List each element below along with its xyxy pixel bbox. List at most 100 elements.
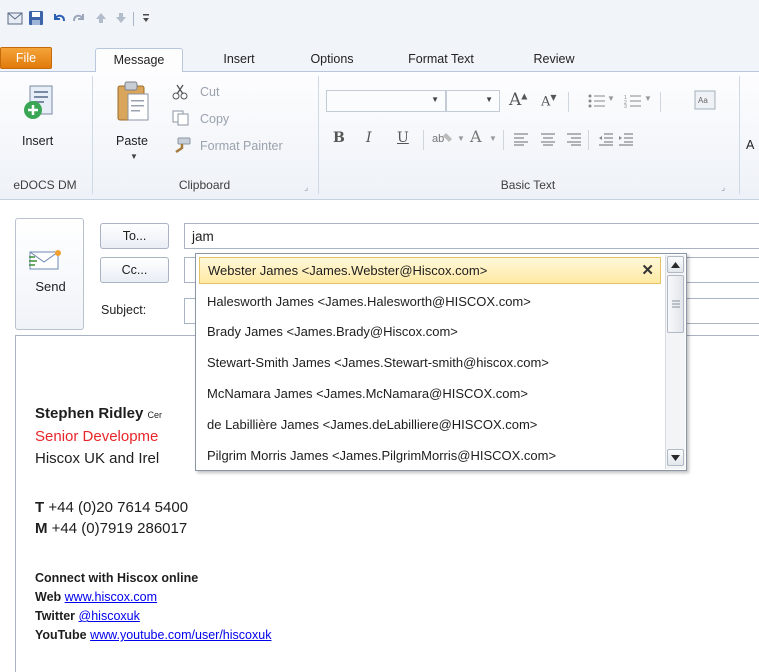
basic-text-group-label: Basic Text [500, 178, 556, 192]
tab-options[interactable]: Options [300, 48, 364, 72]
styles-icon[interactable]: Aa [694, 90, 718, 115]
autocomplete-item-selected[interactable]: Webster James <James.Webster@Hiscox.com>… [199, 257, 661, 284]
youtube-link[interactable]: www.youtube.com/user/hiscoxuk [90, 628, 271, 642]
autocomplete-item[interactable]: de Labillière James <James.deLabilliere@… [199, 411, 661, 438]
align-right-icon[interactable] [566, 132, 582, 149]
ribbon-overflow-label[interactable]: A [746, 138, 754, 152]
chevron-down-icon[interactable]: ▼ [485, 95, 493, 104]
save-icon[interactable] [27, 9, 45, 27]
edocs-group-label: eDOCS DM [13, 178, 77, 192]
web-line: Web www.hiscox.com [35, 590, 158, 604]
font-color-button[interactable]: A [470, 127, 482, 146]
format-painter-icon[interactable] [172, 136, 192, 157]
bold-button[interactable]: B [333, 130, 345, 146]
subject-label: Subject: [101, 303, 147, 317]
redo-icon[interactable] [70, 9, 88, 27]
autocomplete-dropdown: Webster James <James.Webster@Hiscox.com>… [195, 253, 687, 471]
decrease-indent-icon[interactable] [598, 132, 614, 149]
down-arrow-icon[interactable] [112, 9, 130, 27]
chevron-down-icon[interactable]: ▼ [607, 94, 615, 103]
autocomplete-item[interactable]: Halesworth James <James.Halesworth@HISCO… [199, 288, 661, 315]
highlight-icon[interactable]: ab [432, 130, 454, 151]
quick-access-toolbar [0, 0, 759, 44]
signature-phone-m: M +44 (0)7919 286017 [35, 520, 188, 537]
tab-file[interactable]: File [0, 47, 52, 69]
basic-text-launcher-icon[interactable]: ⌟ [721, 182, 725, 193]
signature-name: Stephen Ridley Cer [35, 405, 163, 422]
increase-indent-icon[interactable] [618, 132, 634, 149]
scroll-thumb[interactable] [667, 275, 684, 333]
tab-message[interactable]: Message [95, 48, 183, 73]
tab-format-text[interactable]: Format Text [398, 48, 484, 72]
italic-button[interactable]: I [366, 130, 372, 146]
cc-button[interactable]: Cc... [100, 257, 169, 283]
to-field-value[interactable]: jam [192, 229, 214, 244]
numbering-icon[interactable]: 123 [624, 94, 642, 111]
svg-text:Aa: Aa [698, 96, 708, 105]
chevron-down-icon[interactable]: ▼ [489, 134, 497, 143]
youtube-line: YouTube www.youtube.com/user/hiscoxuk [35, 628, 272, 642]
toolbar-separator [568, 92, 569, 112]
svg-text:ab: ab [432, 133, 444, 145]
clipboard-group-label: Clipboard [178, 178, 231, 192]
qat-separator [133, 12, 134, 26]
chevron-down-icon[interactable]: ▼ [644, 94, 652, 103]
chevron-down-icon[interactable]: ▼ [457, 134, 465, 143]
toolbar-separator [423, 130, 424, 150]
paste-dropdown-arrow-icon[interactable]: ▼ [130, 152, 138, 161]
signature-phone-t: T +44 (0)20 7614 5400 [35, 499, 189, 516]
signature-title: Senior Developme [35, 428, 159, 445]
twitter-line: Twitter @hiscoxuk [35, 609, 140, 623]
ribbon-tabs: File Message Insert Options Format Text … [0, 44, 759, 73]
copy-icon[interactable] [172, 110, 190, 129]
to-field[interactable] [184, 223, 759, 249]
connect-heading: Connect with Hiscox online [35, 571, 199, 585]
customize-qat-icon[interactable] [137, 9, 155, 27]
autocomplete-item[interactable]: McNamara James <James.McNamara@HISCOX.co… [199, 380, 661, 407]
format-painter-label[interactable]: Format Painter [200, 139, 283, 153]
autocomplete-item[interactable]: Stewart-Smith James <James.Stewart-smith… [199, 349, 661, 376]
grow-font-button[interactable]: A▲ [509, 90, 527, 110]
bullets-icon[interactable] [588, 94, 606, 111]
tab-insert[interactable]: Insert [210, 48, 268, 72]
tab-review[interactable]: Review [524, 48, 584, 72]
align-center-icon[interactable] [540, 132, 556, 149]
send-icon [29, 249, 63, 274]
autocomplete-item[interactable]: Pilgrim Morris James <James.PilgrimMorri… [199, 442, 661, 469]
cut-label[interactable]: Cut [200, 85, 219, 99]
twitter-link[interactable]: @hiscoxuk [79, 609, 140, 623]
toolbar-separator [503, 130, 504, 150]
up-arrow-icon[interactable] [92, 9, 110, 27]
toolbar-separator [660, 92, 661, 112]
shrink-font-button[interactable]: A▼ [541, 93, 557, 109]
svg-text:3: 3 [624, 104, 627, 108]
group-separator [318, 76, 319, 194]
clipboard-launcher-icon[interactable]: ⌟ [304, 182, 308, 193]
scroll-down-icon[interactable] [667, 449, 684, 466]
font-size-combo[interactable]: ▼ [446, 90, 500, 112]
cut-icon[interactable] [172, 84, 188, 103]
paste-icon[interactable] [114, 80, 152, 126]
align-left-icon[interactable] [513, 132, 529, 149]
toolbar-separator [588, 130, 589, 150]
undo-icon[interactable] [50, 9, 68, 27]
send-button[interactable]: Send [15, 218, 84, 330]
scroll-up-icon[interactable] [667, 256, 684, 273]
paste-button-label[interactable]: Paste [116, 134, 148, 148]
send-label: Send [35, 279, 66, 294]
to-button[interactable]: To... [100, 223, 169, 249]
font-name-combo[interactable]: ▼ [326, 90, 446, 112]
chevron-down-icon[interactable]: ▼ [431, 95, 439, 104]
outlook-app-icon[interactable] [6, 9, 24, 27]
autocomplete-item[interactable]: Brady James <James.Brady@Hiscox.com> [199, 318, 661, 345]
insert-button-label[interactable]: Insert [22, 134, 53, 148]
group-separator [92, 76, 93, 194]
group-separator [739, 76, 740, 194]
signature-company: Hiscox UK and Irel [35, 450, 160, 467]
insert-icon[interactable] [20, 80, 60, 124]
autocomplete-scrollbar[interactable] [665, 255, 685, 469]
close-icon[interactable]: ✕ [641, 258, 654, 283]
web-link[interactable]: www.hiscox.com [65, 590, 157, 604]
underline-button[interactable]: U [397, 130, 409, 146]
copy-label[interactable]: Copy [200, 112, 229, 126]
